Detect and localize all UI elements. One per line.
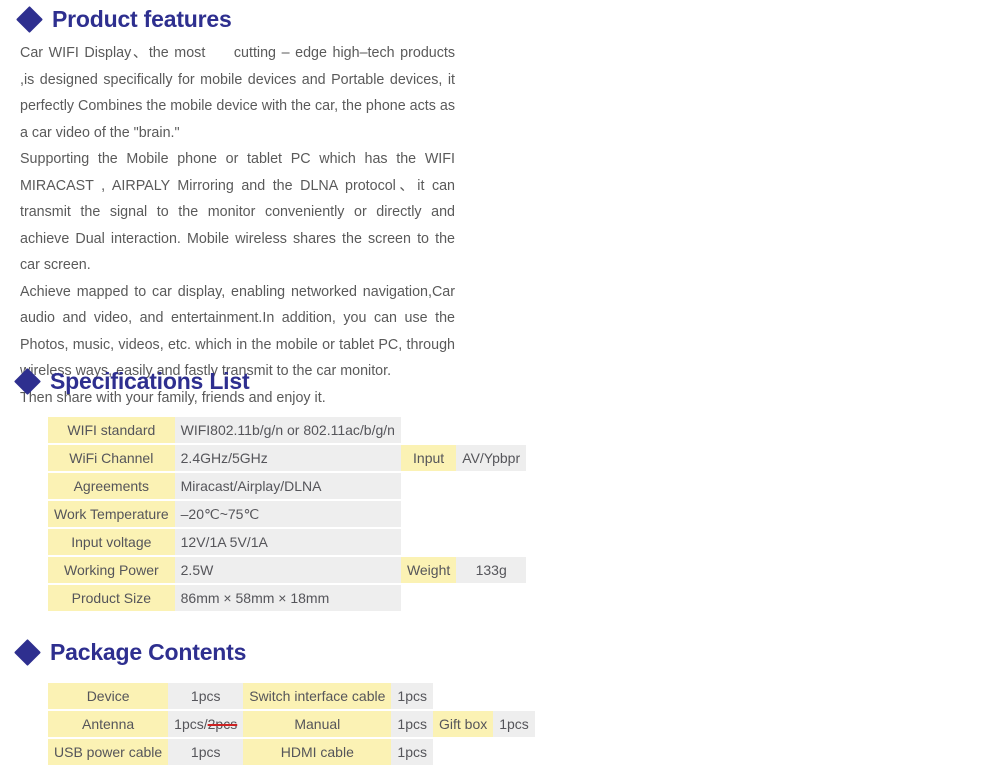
- table-row: WIFI standard WIFI802.11b/g/n or 802.11ac…: [48, 417, 526, 443]
- table-cell: 2.4GHz/5GHz: [174, 445, 401, 471]
- table-row: Product Size 86mm × 58mm × 18mm: [48, 585, 526, 611]
- diamond-bullet-icon: [14, 368, 41, 395]
- paragraph: Car WIFI Display、the most cutting – edge…: [20, 45, 455, 141]
- diamond-bullet-icon: [14, 639, 41, 666]
- table-cell: Input voltage: [48, 529, 175, 555]
- product-spec-page: Product features Car WIFI Display、the mo…: [0, 0, 1000, 772]
- table-row: Agreements Miracast/Airplay/DLNA: [48, 473, 526, 499]
- struck-through-value: 2pcs: [207, 716, 238, 732]
- table-cell: Manual: [243, 711, 392, 737]
- section-title-text: Specifications List: [50, 368, 250, 394]
- section-title-text: Package Contents: [50, 639, 247, 665]
- table-cell: 86mm × 58mm × 18mm: [174, 585, 401, 611]
- left-column: Product features Car WIFI Display、the mo…: [0, 0, 535, 772]
- package-contents-table: Device 1pcs Switch interface cable 1pcs Ante…: [48, 681, 535, 767]
- section-title-text: Product features: [52, 6, 232, 32]
- table-row: Antenna 1pcs/2pcs Manual 1pcs Gift box 1pcs: [48, 711, 535, 737]
- table-cell: Switch interface cable: [243, 683, 392, 709]
- table-cell: 1pcs: [391, 683, 433, 709]
- table-cell: Work Temperature: [48, 501, 175, 527]
- table-cell: Antenna: [48, 711, 169, 737]
- table-row: Input voltage 12V/1A 5V/1A: [48, 529, 526, 555]
- table-cell: WIFI802.11b/g/n or 802.11ac/b/g/n: [174, 417, 401, 443]
- table-cell: Device: [48, 683, 169, 709]
- product-features-body: Car WIFI Display、the most cutting – edge…: [20, 40, 455, 411]
- table-cell: 2.5W: [174, 557, 401, 583]
- section-heading-package-contents: Package Contents: [14, 639, 247, 666]
- table-row: USB power cable 1pcs HDMI cable 1pcs: [48, 739, 535, 765]
- table-row: WiFi Channel 2.4GHz/5GHz Input AV/Ypbpr: [48, 445, 527, 471]
- diamond-bullet-icon: [16, 6, 43, 33]
- table-cell: Agreements: [48, 473, 175, 499]
- table-cell: WIFI standard: [48, 417, 175, 443]
- table-cell: Product Size: [48, 585, 175, 611]
- table-cell: USB power cable: [48, 739, 169, 765]
- table-cell: Gift box: [432, 711, 494, 737]
- table-row: Work Temperature –20℃~75℃: [48, 501, 526, 527]
- table-cell: 1pcs: [168, 739, 244, 765]
- table-row: Device 1pcs Switch interface cable 1pcs: [48, 683, 535, 709]
- section-heading-specifications-list: Specifications List: [14, 368, 250, 395]
- table-cell: Weight: [400, 557, 457, 583]
- package-contents-table-wrapper: Device 1pcs Switch interface cable 1pcs Ante…: [48, 681, 535, 767]
- section-heading-product-features: Product features: [16, 6, 232, 33]
- table-cell: 1pcs: [391, 711, 433, 737]
- table-cell: Input: [400, 445, 457, 471]
- table-cell: Miracast/Airplay/DLNA: [174, 473, 401, 499]
- specifications-table-wrapper: WIFI standard WIFI802.11b/g/n or 802.11ac…: [48, 415, 527, 613]
- table-cell: 1pcs: [391, 739, 433, 765]
- table-cell: –20℃~75℃: [174, 501, 401, 527]
- table-row: Working Power 2.5W Weight 133g: [48, 557, 527, 583]
- table-cell: 1pcs: [168, 683, 244, 709]
- table-cell: Working Power: [48, 557, 175, 583]
- table-cell: HDMI cable: [243, 739, 392, 765]
- table-cell: 1pcs/2pcs: [168, 711, 244, 737]
- specifications-table: WIFI standard WIFI802.11b/g/n or 802.11ac…: [48, 415, 527, 613]
- table-cell: WiFi Channel: [48, 445, 175, 471]
- table-cell: 12V/1A 5V/1A: [174, 529, 401, 555]
- right-column: Prepare before use prepare hardware 1、Sm…: [500, 0, 1000, 772]
- paragraph: Supporting the Mobile phone or tablet PC…: [20, 151, 455, 273]
